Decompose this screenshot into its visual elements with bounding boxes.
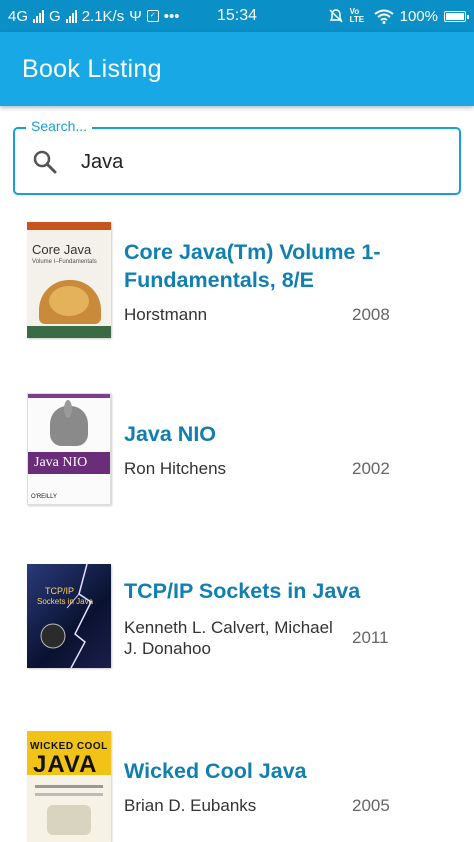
- cover-subtitle: Sockets in Java: [37, 597, 94, 606]
- battery-icon: [444, 10, 469, 22]
- signal-icon-2: [65, 9, 77, 23]
- search-label: Search...: [26, 118, 93, 134]
- app-bar: Book Listing: [0, 32, 474, 106]
- cover-title: Java NIO: [34, 455, 88, 470]
- mute-alarm-icon: [329, 9, 343, 23]
- volte-icon: Vo LTE: [349, 7, 365, 24]
- book-year: 2008: [352, 305, 390, 324]
- book-year: 2005: [352, 796, 390, 815]
- book-title: Java NIO: [124, 422, 217, 446]
- book-year: 2002: [352, 459, 390, 478]
- usb-icon: Ψ: [129, 7, 142, 25]
- book-author: Ron Hitchens: [124, 459, 227, 478]
- search-input[interactable]: [81, 145, 441, 179]
- book-author: Brian D. Eubanks: [124, 796, 257, 815]
- book-title: TCP/IP Sockets in Java: [124, 579, 361, 603]
- network-speed: 2.1K/s: [81, 7, 125, 25]
- book-cover: WICKED COOL JAVA: [27, 731, 111, 842]
- lightning-graphic: [40, 564, 92, 668]
- book-author: Horstmann: [124, 305, 208, 324]
- signal-icon: [33, 9, 45, 23]
- status-right: Vo LTE 100%: [328, 7, 469, 25]
- status-bar: 4G G 2.1K/s Ψ ✓ ••• 15:34 Vo LTE 100%: [0, 0, 474, 32]
- book-year: 2011: [352, 628, 389, 647]
- book-title: Wicked Cool Java: [124, 759, 307, 783]
- book-cover: Java NIO O'REILLY: [27, 393, 111, 505]
- status-left: 4G G 2.1K/s Ψ ✓ •••: [8, 8, 208, 25]
- notification-icon: ✓: [146, 10, 159, 22]
- cover-title: Core Java: [32, 242, 92, 257]
- search-icon: [33, 150, 57, 174]
- more-icon: •••: [163, 7, 180, 25]
- book-cover: Core Java Volume I–Fundamentals: [27, 222, 111, 338]
- search-box[interactable]: Search...: [13, 118, 461, 195]
- network-type-2: G: [49, 7, 61, 25]
- cover-publisher: O'REILLY: [31, 494, 58, 500]
- cover-title: TCP/IP: [45, 586, 75, 596]
- network-type: 4G: [8, 7, 29, 25]
- book-cover: TCP/IP Sockets in Java: [27, 564, 111, 668]
- wifi-icon: [374, 9, 394, 24]
- book-author: Kenneth L. Calvert, Michael J. Donahoo: [124, 618, 333, 658]
- battery-percent: 100%: [399, 7, 438, 25]
- cover-title-main: JAVA: [33, 751, 98, 778]
- cover-subtitle: Volume I–Fundamentals: [32, 259, 97, 265]
- book-title: Core Java(Tm) Volume 1-Fundamentals, 8/E: [124, 240, 381, 292]
- app-title: Book Listing: [22, 54, 162, 83]
